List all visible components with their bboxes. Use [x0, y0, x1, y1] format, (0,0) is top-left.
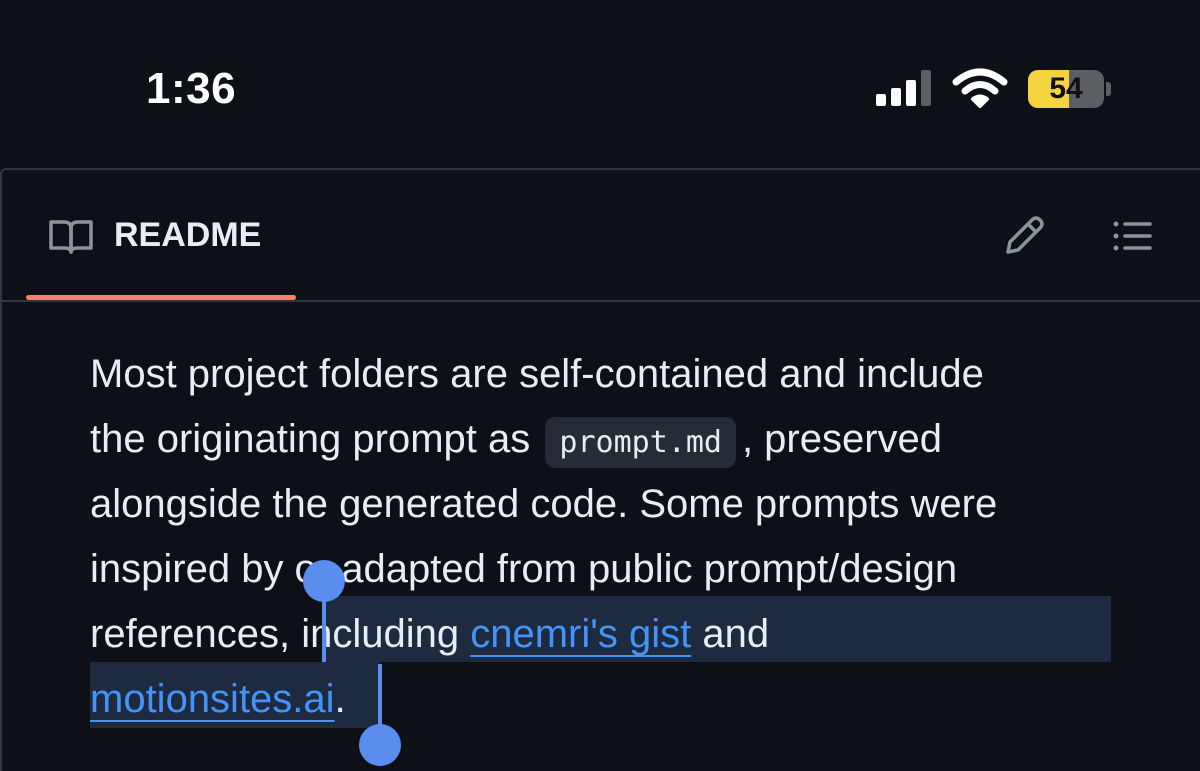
cnemri-gist-link[interactable]: cnemri's gist — [470, 612, 691, 656]
battery-percent: 54 — [1049, 72, 1083, 105]
text-span: including — [290, 612, 471, 656]
readme-tab-title[interactable]: README — [114, 216, 261, 255]
status-time: 1:36 — [146, 64, 237, 113]
outline-button[interactable] — [1106, 210, 1158, 262]
paragraph-line: inspired by or adapted from public promp… — [90, 537, 1130, 602]
text-span: , preserved — [741, 417, 943, 461]
text-span: Most project folders are self-contained … — [90, 352, 984, 396]
selection-start-handle[interactable] — [303, 560, 345, 602]
status-bar: 1:36 54 — [0, 0, 1200, 170]
paragraph-line: Most project folders are self-contained … — [90, 342, 1130, 407]
paragraph-line: references, including cnemri's gist and — [90, 602, 1130, 667]
pencil-icon — [1006, 216, 1044, 254]
list-icon — [1113, 221, 1152, 251]
active-tab-indicator — [26, 295, 296, 300]
wifi-icon — [952, 68, 1008, 108]
battery-icon: 54 — [1028, 70, 1111, 108]
selection-start-caret[interactable] — [322, 592, 326, 662]
signal-icon — [876, 70, 936, 106]
text-span: references, — [90, 612, 291, 656]
text-span: alongside the generated code. Some promp… — [90, 482, 998, 526]
paragraph-line: the originating prompt as prompt.md, pre… — [90, 407, 1130, 472]
readme-paragraph: Most project folders are self-contained … — [90, 342, 1130, 732]
text-span: inspired by or adapted from public promp… — [90, 547, 958, 591]
readme-header: README — [2, 170, 1200, 302]
edit-button[interactable] — [998, 210, 1050, 262]
text-span: the originating prompt as — [90, 417, 531, 461]
motionsites-link[interactable]: motionsites.ai — [90, 677, 335, 721]
book-icon — [49, 220, 93, 254]
paragraph-line: alongside the generated code. Some promp… — [90, 472, 1130, 537]
inline-code: prompt.md — [545, 417, 736, 468]
selection-end-handle[interactable] — [359, 724, 401, 766]
text-span: . — [334, 677, 346, 721]
text-span: and — [691, 612, 770, 656]
paragraph-line: motionsites.ai. — [90, 667, 1130, 732]
